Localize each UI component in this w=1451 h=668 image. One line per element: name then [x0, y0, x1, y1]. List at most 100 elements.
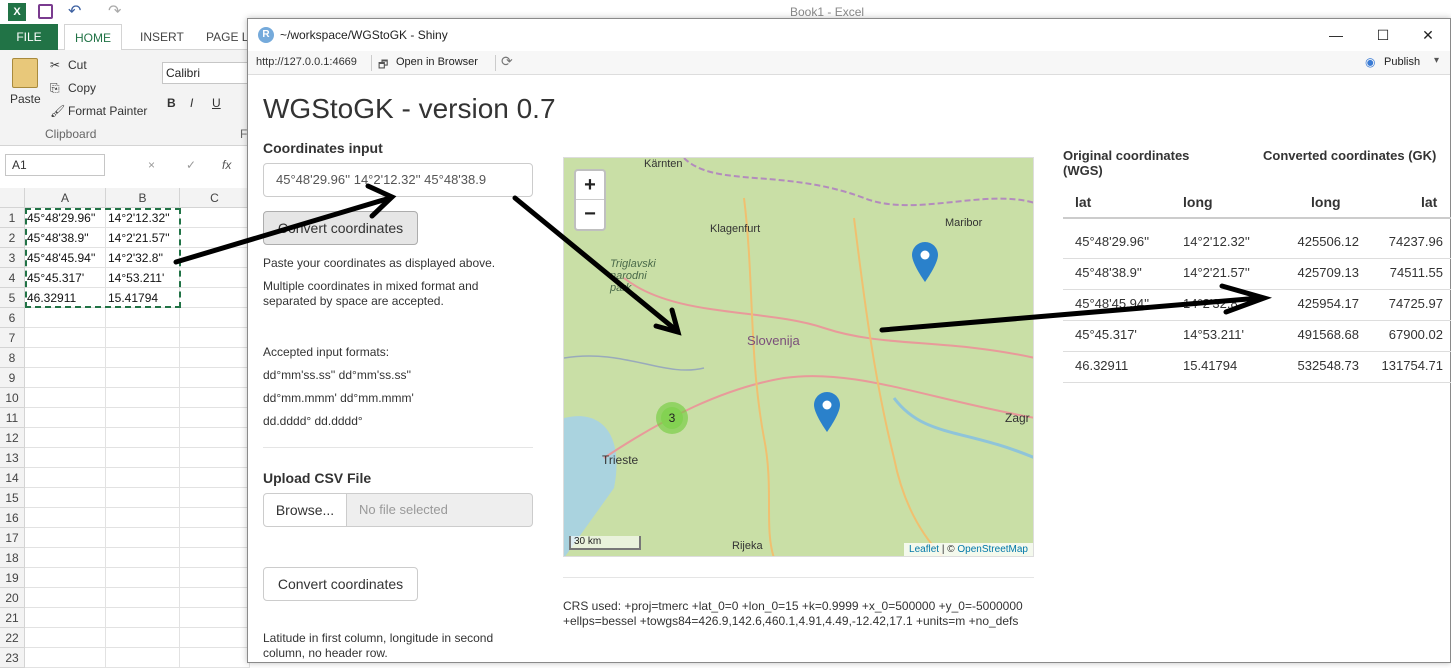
row-header[interactable]: 3 [0, 248, 25, 268]
row-header[interactable]: 15 [0, 488, 25, 508]
cell[interactable] [180, 308, 250, 328]
minimize-icon[interactable]: — [1321, 25, 1351, 45]
cell[interactable] [106, 308, 180, 328]
cell[interactable] [180, 388, 250, 408]
copy-button[interactable]: Copy [68, 81, 96, 95]
cell[interactable] [106, 388, 180, 408]
cell[interactable] [106, 628, 180, 648]
row-header[interactable]: 6 [0, 308, 25, 328]
cell[interactable] [25, 488, 106, 508]
cell[interactable] [25, 568, 106, 588]
cell[interactable] [25, 368, 106, 388]
undo-icon[interactable]: ↶ [68, 1, 81, 21]
name-box[interactable]: A1 [5, 154, 105, 176]
select-all-corner[interactable] [0, 188, 25, 208]
convert-coordinates-button[interactable]: Convert coordinates [263, 211, 418, 245]
cell[interactable] [180, 508, 250, 528]
cell[interactable] [180, 248, 250, 268]
cell[interactable] [180, 428, 250, 448]
tab-file[interactable]: FILE [0, 24, 58, 50]
row-header[interactable]: 17 [0, 528, 25, 548]
cell[interactable] [25, 428, 106, 448]
row-header[interactable]: 2 [0, 228, 25, 248]
format-painter-icon[interactable]: 🖌 [50, 104, 65, 118]
redo-icon[interactable]: ↷ [108, 1, 121, 21]
close-icon[interactable]: ✕ [1413, 25, 1443, 45]
leaflet-map[interactable]: + − Kärnten Klagenfurt Maribor Triglavsk… [563, 157, 1034, 557]
confirm-formula-icon[interactable]: ✓ [186, 158, 196, 172]
osm-link[interactable]: OpenStreetMap [957, 544, 1028, 555]
open-in-browser-button[interactable]: Open in Browser [396, 56, 478, 68]
open-browser-icon[interactable]: 🗗 [378, 56, 388, 75]
cell[interactable] [25, 528, 106, 548]
cell[interactable] [25, 608, 106, 628]
row-header[interactable]: 1 [0, 208, 25, 228]
publish-button[interactable]: Publish [1384, 56, 1420, 68]
leaflet-link[interactable]: Leaflet [909, 544, 939, 555]
row-header[interactable]: 4 [0, 268, 25, 288]
cancel-formula-icon[interactable]: × [148, 158, 155, 172]
cell[interactable] [180, 528, 250, 548]
cell[interactable] [25, 328, 106, 348]
cell[interactable] [25, 628, 106, 648]
row-header[interactable]: 21 [0, 608, 25, 628]
save-icon[interactable] [38, 4, 53, 19]
paste-button[interactable]: Paste [10, 92, 41, 106]
cell[interactable] [180, 448, 250, 468]
cell[interactable] [25, 308, 106, 328]
convert-csv-button[interactable]: Convert coordinates [263, 567, 418, 601]
tab-home[interactable]: HOME [64, 24, 122, 50]
column-header[interactable]: A [25, 188, 106, 208]
cell[interactable] [106, 468, 180, 488]
row-header[interactable]: 7 [0, 328, 25, 348]
cell[interactable] [106, 428, 180, 448]
column-header[interactable]: B [106, 188, 180, 208]
row-header[interactable]: 19 [0, 568, 25, 588]
marker-cluster[interactable]: 3 [656, 402, 688, 434]
cell[interactable] [180, 488, 250, 508]
row-header[interactable]: 5 [0, 288, 25, 308]
cell[interactable] [106, 528, 180, 548]
row-header[interactable]: 9 [0, 368, 25, 388]
row-header[interactable]: 10 [0, 388, 25, 408]
cell[interactable] [25, 648, 106, 668]
row-header[interactable]: 22 [0, 628, 25, 648]
map-marker-novo-mesto[interactable] [814, 392, 840, 432]
cell[interactable] [106, 588, 180, 608]
cell[interactable] [25, 588, 106, 608]
coordinates-input[interactable]: 45°48'29.96'' 14°2'12.32'' 45°48'38.9 [263, 163, 533, 197]
cell[interactable] [106, 448, 180, 468]
cell[interactable] [180, 268, 250, 288]
cell[interactable] [180, 648, 250, 668]
cell[interactable] [180, 288, 250, 308]
tab-insert[interactable]: INSERT [140, 24, 184, 50]
map-marker-maribor[interactable] [912, 242, 938, 282]
row-header[interactable]: 11 [0, 408, 25, 428]
zoom-out-button[interactable]: − [576, 200, 604, 229]
row-header[interactable]: 18 [0, 548, 25, 568]
row-header[interactable]: 8 [0, 348, 25, 368]
cell[interactable] [180, 568, 250, 588]
cell[interactable] [106, 548, 180, 568]
cell[interactable] [106, 648, 180, 668]
underline-button[interactable]: U [212, 96, 221, 110]
row-header[interactable]: 12 [0, 428, 25, 448]
cell[interactable] [106, 328, 180, 348]
zoom-in-button[interactable]: + [576, 171, 604, 200]
cell[interactable] [180, 468, 250, 488]
row-header[interactable]: 16 [0, 508, 25, 528]
cell[interactable] [180, 328, 250, 348]
cell[interactable] [180, 408, 250, 428]
reload-icon[interactable]: ⟳ [501, 53, 513, 70]
paste-icon[interactable] [12, 58, 38, 88]
cell[interactable] [180, 348, 250, 368]
cell[interactable] [106, 348, 180, 368]
cell[interactable] [106, 608, 180, 628]
publish-dropdown-icon[interactable]: ▾ [1434, 55, 1439, 66]
row-header[interactable]: 13 [0, 448, 25, 468]
publish-icon[interactable]: ◉ [1365, 55, 1375, 69]
cell[interactable] [25, 508, 106, 528]
row-header[interactable]: 20 [0, 588, 25, 608]
row-header[interactable]: 23 [0, 648, 25, 668]
cell[interactable] [180, 628, 250, 648]
